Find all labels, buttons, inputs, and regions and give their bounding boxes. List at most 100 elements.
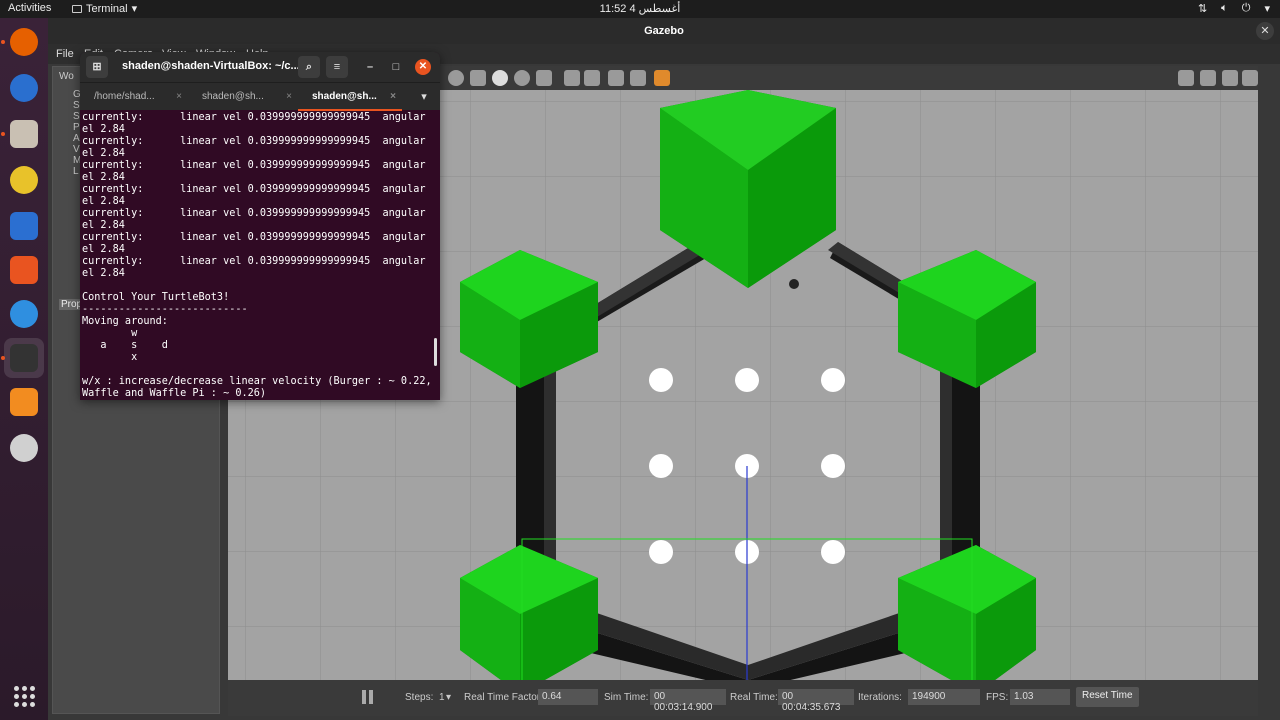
fps-label: FPS:: [986, 692, 1009, 703]
terminal-title: shaden@shaden-VirtualBox: ~/c...: [122, 60, 300, 72]
turtlebot-robot[interactable]: [789, 279, 799, 289]
paste-icon[interactable]: [584, 70, 600, 86]
cylinder-icon[interactable]: [470, 70, 486, 86]
terminal-line: currently: linear vel 0.0399999999999999…: [82, 112, 432, 123]
dock-item-sublime-text[interactable]: [4, 382, 44, 422]
dock-item-help[interactable]: [4, 294, 44, 334]
hamburger-menu-icon[interactable]: ≡: [326, 56, 348, 78]
close-tab-icon[interactable]: ×: [176, 83, 182, 111]
tab-label: /home/shad...: [94, 91, 155, 102]
terminal-line: el 2.84: [82, 244, 125, 255]
close-icon[interactable]: ✕: [415, 59, 431, 75]
scrollbar[interactable]: [434, 338, 437, 366]
rtf-label: Real Time Factor:: [464, 692, 543, 703]
terminal-line: currently: linear vel 0.0399999999999999…: [82, 160, 432, 171]
pause-button[interactable]: [362, 690, 374, 704]
iterations-field: 194900: [908, 689, 980, 705]
sim-time-label: Sim Time:: [604, 692, 649, 703]
view-angle-icon[interactable]: [654, 70, 670, 86]
rhythmbox-icon: [10, 166, 38, 194]
clock[interactable]: 11:52 أغسطس 4: [0, 2, 1280, 15]
tree-item[interactable]: S: [73, 111, 80, 122]
sphere-icon[interactable]: [448, 70, 464, 86]
show-applications-icon[interactable]: [4, 676, 44, 716]
real-time-label: Real Time:: [730, 692, 778, 703]
dock: [0, 18, 48, 720]
terminal-line: ---------------------------: [82, 304, 248, 315]
terminal-icon: [10, 344, 38, 372]
steps-value[interactable]: 1: [439, 692, 445, 703]
new-tab-icon[interactable]: ⊞: [86, 56, 108, 78]
copy-icon[interactable]: [564, 70, 580, 86]
dock-item-firefox[interactable]: [4, 22, 44, 62]
tree-item[interactable]: L: [73, 166, 79, 177]
log-icon[interactable]: [1200, 70, 1216, 86]
tree-item[interactable]: S: [73, 100, 80, 111]
system-tray[interactable]: ⇅ 🔈︎ ⏻ ▾: [1198, 2, 1270, 15]
terminal-tab-3[interactable]: shaden@sh... ×: [298, 83, 402, 111]
terminal-output[interactable]: currently: linear vel 0.0399999999999999…: [82, 112, 432, 400]
terminal-line: x: [82, 352, 138, 363]
running-indicator: [1, 356, 5, 360]
video-icon[interactable]: [1242, 70, 1258, 86]
thunderbird-icon: [10, 74, 38, 102]
terminal-line: Moving around:: [82, 316, 168, 327]
plot-icon[interactable]: [1222, 70, 1238, 86]
volume-icon: 🔈︎: [1221, 2, 1228, 14]
terminal-line: el 2.84: [82, 196, 125, 207]
search-icon[interactable]: ⌕: [298, 56, 320, 78]
snap-icon[interactable]: [630, 70, 646, 86]
reset-time-button[interactable]: Reset Time: [1076, 687, 1139, 707]
maximize-icon[interactable]: □: [388, 59, 404, 75]
running-indicator: [1, 132, 5, 136]
close-icon[interactable]: ✕: [1256, 22, 1274, 40]
dock-item-thunderbird[interactable]: [4, 68, 44, 108]
dock-item-libreoffice-writer[interactable]: [4, 206, 44, 246]
dock-item-rhythmbox[interactable]: [4, 160, 44, 200]
terminal-line: el 2.84: [82, 268, 125, 279]
close-tab-icon[interactable]: ×: [286, 83, 292, 111]
terminal-tab-2[interactable]: shaden@sh... ×: [188, 83, 298, 111]
chevron-down-icon[interactable]: ▾: [446, 692, 451, 703]
firefox-icon: [10, 28, 38, 56]
close-tab-icon[interactable]: ×: [390, 83, 396, 111]
fps-field: 1.03: [1010, 689, 1070, 705]
spot-light-icon[interactable]: [514, 70, 530, 86]
tabs-dropdown-icon[interactable]: ▾: [416, 89, 432, 105]
terminal-titlebar[interactable]: ⊞ shaden@shaden-VirtualBox: ~/c... ⌕ ≡ –…: [80, 52, 440, 82]
world-tab[interactable]: Wo: [59, 71, 74, 82]
terminal-window[interactable]: ⊞ shaden@shaden-VirtualBox: ~/c... ⌕ ≡ –…: [80, 52, 440, 400]
tree-item[interactable]: A: [73, 133, 80, 144]
terminal-line: Control Your TurtleBot3!: [82, 292, 230, 303]
terminal-line: currently: linear vel 0.0399999999999999…: [82, 184, 432, 195]
align-icon[interactable]: [608, 70, 624, 86]
sim-time-field: 00 00:03:14.900: [650, 689, 726, 713]
power-icon: ⏻: [1241, 2, 1251, 14]
directional-light-icon[interactable]: [536, 70, 552, 86]
dock-item-files[interactable]: [4, 114, 44, 154]
gazebo-titlebar[interactable]: Gazebo ✕: [48, 18, 1280, 44]
tree-item[interactable]: P: [73, 122, 80, 133]
terminal-line: a s d: [82, 340, 168, 351]
tab-label: shaden@sh...: [312, 91, 377, 102]
minimize-icon[interactable]: –: [362, 59, 378, 75]
help-icon: [10, 300, 38, 328]
dock-item-dvd[interactable]: [4, 428, 44, 468]
terminal-line: w: [82, 328, 138, 339]
files-icon: [10, 120, 38, 148]
point-light-icon[interactable]: [492, 70, 508, 86]
tree-item[interactable]: V: [73, 144, 80, 155]
terminal-line: w/x : increase/decrease linear velocity …: [82, 376, 432, 387]
screenshot-icon[interactable]: [1178, 70, 1194, 86]
dock-item-terminal[interactable]: [4, 338, 44, 378]
terminal-line: el 2.84: [82, 172, 125, 183]
running-indicator: [1, 40, 5, 44]
terminal-tab-1[interactable]: /home/shad... ×: [80, 83, 188, 111]
terminal-tabs: /home/shad... × shaden@sh... × shaden@sh…: [80, 82, 440, 111]
dock-item-software-center[interactable]: [4, 250, 44, 290]
sublime-text-icon: [10, 388, 38, 416]
menu-file[interactable]: File: [56, 48, 74, 60]
real-time-field: 00 00:04:35.673: [778, 689, 854, 713]
libreoffice-writer-icon: [10, 212, 38, 240]
